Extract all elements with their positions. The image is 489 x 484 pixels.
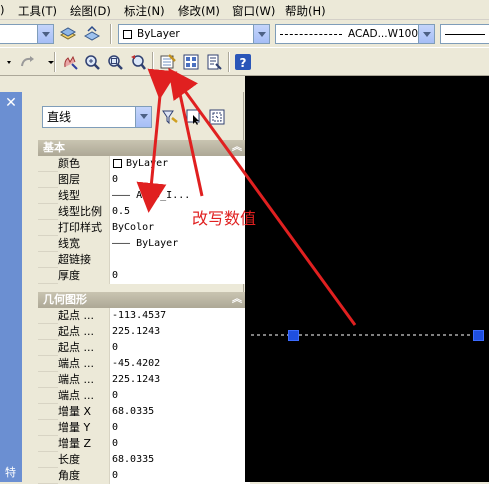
layer-manager-icon[interactable] bbox=[58, 24, 78, 44]
menu-tools[interactable]: 工具(T) bbox=[18, 3, 57, 19]
color-combo[interactable]: ByLayer bbox=[118, 24, 270, 44]
chevron-down-icon[interactable] bbox=[418, 25, 434, 43]
property-row[interactable]: 端点 ... 0 bbox=[38, 388, 250, 404]
property-value[interactable]: 68.0335 bbox=[109, 404, 250, 420]
help-icon[interactable]: ? bbox=[233, 52, 253, 72]
property-row[interactable]: 增量 X 68.0335 bbox=[38, 404, 250, 420]
menu-draw[interactable]: 绘图(D) bbox=[70, 3, 111, 19]
style-combo[interactable] bbox=[0, 24, 54, 44]
layer-previous-icon[interactable] bbox=[82, 24, 102, 44]
redo-icon[interactable] bbox=[18, 52, 38, 72]
toolbar-separator bbox=[228, 52, 230, 72]
pan-realtime-icon[interactable] bbox=[60, 52, 80, 72]
menu-help[interactable]: 帮助(H) bbox=[285, 3, 326, 19]
line-start-grip[interactable] bbox=[288, 330, 299, 341]
property-row[interactable]: 线型 ——— ACAD_I... bbox=[38, 188, 250, 204]
color-combo-value: ByLayer bbox=[137, 28, 180, 40]
menu-dimension[interactable]: 标注(N) bbox=[124, 3, 165, 19]
collapse-icon[interactable]: ︽ bbox=[230, 293, 244, 307]
color-swatch bbox=[123, 29, 132, 39]
collapse-icon[interactable]: ︽ bbox=[230, 141, 244, 155]
menu-file-fragment[interactable]: ) bbox=[0, 3, 5, 17]
section-geometry-header[interactable]: 几何图形 ︽ bbox=[38, 292, 250, 308]
zoom-realtime-icon[interactable] bbox=[82, 52, 102, 72]
design-center-icon[interactable] bbox=[181, 52, 201, 72]
property-row[interactable]: 超链接 bbox=[38, 252, 250, 268]
property-value[interactable]: 0 bbox=[109, 436, 250, 452]
property-value[interactable]: ——— ByLayer bbox=[109, 236, 250, 252]
palette-title: 特 bbox=[5, 466, 16, 479]
line-end-grip[interactable] bbox=[473, 330, 484, 341]
property-row[interactable]: 颜色 ByLayer bbox=[38, 156, 250, 172]
lineweight-combo[interactable] bbox=[440, 24, 489, 44]
linetype-combo-value: ACAD...W100 bbox=[348, 28, 419, 40]
toggle-pickadd-icon[interactable] bbox=[160, 107, 180, 127]
linetype-preview bbox=[280, 33, 342, 35]
lineweight-preview bbox=[445, 33, 485, 35]
chevron-down-icon[interactable] bbox=[253, 25, 269, 43]
property-row[interactable]: 增量 Y0 bbox=[38, 420, 250, 436]
object-type-combo[interactable]: 直线 bbox=[42, 106, 152, 128]
color-swatch bbox=[113, 159, 122, 168]
property-value[interactable]: 0 bbox=[109, 268, 250, 284]
property-row[interactable]: 厚度 0 bbox=[38, 268, 250, 284]
close-icon[interactable]: ✕ bbox=[4, 96, 18, 110]
property-row[interactable]: 端点 ... -45.4202 bbox=[38, 356, 250, 372]
menu-bar: ) 工具(T) 绘图(D) 标注(N) 修改(M) 窗口(W) 帮助(H) bbox=[0, 0, 489, 20]
property-value[interactable]: 68.0335 bbox=[109, 452, 250, 468]
svg-text:?: ? bbox=[240, 56, 247, 70]
property-value[interactable]: -45.4202 bbox=[109, 356, 250, 372]
toolbar-separator bbox=[152, 52, 154, 72]
property-row[interactable]: 长度 68.0335 bbox=[38, 452, 250, 468]
section-basic-header[interactable]: 基本 ︽ bbox=[38, 140, 250, 156]
properties-panel: 直线 基本 ︽ 颜色 ByLayer 图层 0 线型 ——— ACAD_I... 线型比例 0… bbox=[22, 92, 250, 484]
property-value[interactable]: 0 bbox=[109, 388, 250, 404]
selected-line[interactable] bbox=[245, 76, 489, 482]
annotation-text: 改写数值 bbox=[192, 209, 257, 228]
chevron-down-icon[interactable] bbox=[37, 25, 53, 43]
palette-title-strip[interactable]: ✕ 特 bbox=[0, 92, 22, 482]
toolbar-separator bbox=[110, 24, 112, 44]
property-row[interactable]: 起点 ... 225.1243 bbox=[38, 324, 250, 340]
section-geometry-title: 几何图形 bbox=[43, 293, 87, 306]
property-value[interactable] bbox=[109, 252, 250, 268]
standard-toolbar: ? bbox=[0, 49, 489, 76]
property-value[interactable]: ByLayer bbox=[109, 156, 250, 172]
property-row[interactable]: 图层 0 bbox=[38, 172, 250, 188]
property-value[interactable]: 225.1243 bbox=[109, 324, 250, 340]
property-value[interactable]: ——— ACAD_I... bbox=[109, 188, 250, 204]
select-objects-icon[interactable] bbox=[184, 107, 204, 127]
quick-select-icon[interactable] bbox=[207, 107, 227, 127]
menu-window[interactable]: 窗口(W) bbox=[232, 3, 275, 19]
linetype-combo[interactable]: ACAD...W100 bbox=[275, 24, 435, 44]
tool-palettes-icon[interactable] bbox=[204, 52, 224, 72]
toolbar-separator bbox=[54, 52, 56, 72]
section-basic-title: 基本 bbox=[43, 141, 65, 154]
property-row[interactable]: 增量 Z0 bbox=[38, 436, 250, 452]
property-row[interactable]: 线宽 ——— ByLayer bbox=[38, 236, 250, 252]
object-type-value: 直线 bbox=[47, 110, 72, 124]
properties-icon[interactable] bbox=[158, 52, 178, 72]
property-row[interactable]: 起点 ... -113.4537 bbox=[38, 308, 250, 324]
property-value[interactable]: 0 bbox=[109, 420, 250, 436]
property-value[interactable]: -113.4537 bbox=[109, 308, 250, 324]
property-row[interactable]: 起点 ... 0 bbox=[38, 340, 250, 356]
menu-modify[interactable]: 修改(M) bbox=[178, 3, 220, 19]
chevron-down-icon[interactable] bbox=[135, 107, 151, 127]
property-value[interactable]: 0 bbox=[109, 172, 250, 188]
zoom-window-icon[interactable] bbox=[105, 52, 125, 72]
property-value[interactable]: 0 bbox=[109, 340, 250, 356]
drawing-canvas[interactable] bbox=[245, 76, 489, 482]
zoom-previous-icon[interactable] bbox=[128, 52, 148, 72]
property-value[interactable]: 225.1243 bbox=[109, 372, 250, 388]
properties-toolbar: ByLayer ACAD...W100 bbox=[0, 20, 489, 48]
redo-dropdown-icon[interactable] bbox=[42, 52, 62, 72]
property-row[interactable]: 端点 ... 225.1243 bbox=[38, 372, 250, 388]
